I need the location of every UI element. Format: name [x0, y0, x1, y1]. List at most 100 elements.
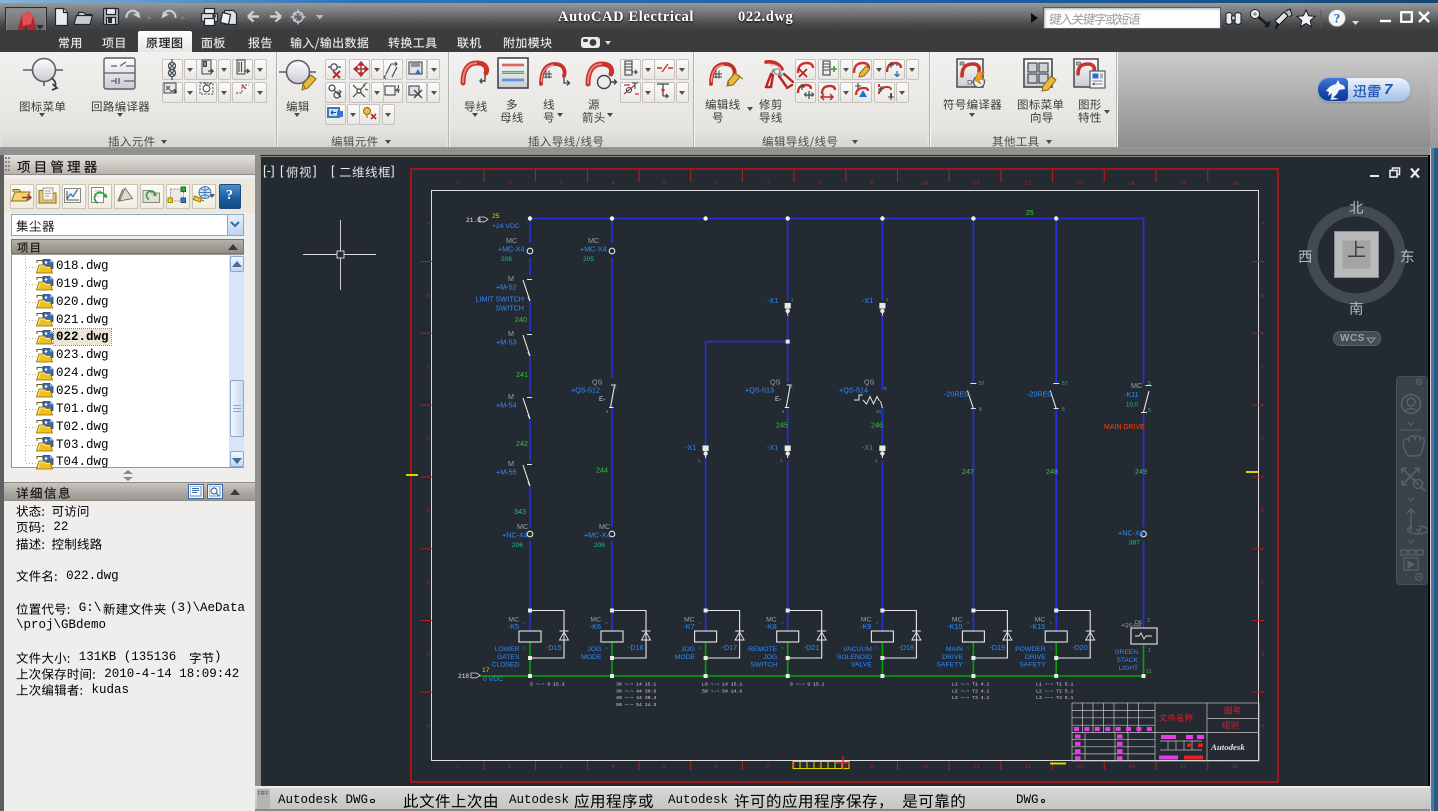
svg-text:+MC-X4: +MC-X4 [498, 245, 525, 254]
svg-text:-D17: -D17 [722, 643, 738, 652]
svg-text:DRIVE: DRIVE [1025, 654, 1046, 661]
svg-text:5 ~-~ 9 15.3: 5 ~-~ 9 15.3 [530, 682, 565, 688]
svg-text:POWDER: POWDER [1015, 646, 1046, 653]
svg-text:2: 2 [1147, 618, 1150, 624]
svg-text:25: 25 [492, 213, 500, 220]
svg-text:~: ~ [699, 646, 702, 652]
svg-text:+M-52: +M-52 [496, 283, 517, 292]
svg-text:~: ~ [523, 646, 526, 652]
svg-text:241: 241 [516, 370, 528, 379]
svg-text:30 ~-~ 14 15.1: 30 ~-~ 14 15.1 [616, 682, 656, 688]
svg-text:11: 11 [973, 180, 980, 187]
svg-text:E-: E- [599, 396, 606, 403]
svg-text:SAFETY: SAFETY [936, 662, 963, 669]
svg-text:25: 25 [1026, 210, 1034, 217]
svg-text:-X1: -X1 [767, 296, 778, 305]
svg-text:17: 17 [482, 667, 490, 674]
svg-text:242: 242 [516, 439, 528, 448]
svg-text:+M-54: +M-54 [496, 401, 517, 410]
svg-text:206: 206 [512, 542, 523, 549]
svg-text:208: 208 [501, 256, 512, 263]
svg-text:10: 10 [921, 763, 928, 770]
svg-text:-X1: -X1 [767, 443, 778, 452]
svg-text:~: ~ [605, 646, 608, 652]
svg-text:5: 5 [663, 180, 666, 187]
svg-text:30 ~-~ 44 30.6: 30 ~-~ 44 30.6 [616, 688, 656, 694]
svg-text:~: ~ [781, 646, 784, 652]
svg-text:2: 2 [508, 180, 511, 187]
svg-text:387: 387 [1129, 540, 1140, 547]
svg-text:-D18: -D18 [898, 643, 914, 652]
svg-text:10: 10 [876, 409, 882, 414]
svg-text:6: 6 [715, 180, 718, 187]
svg-text:+QS-512: +QS-512 [571, 386, 600, 395]
svg-text:F: F [1261, 579, 1264, 586]
svg-text:6: 6 [715, 763, 718, 770]
svg-text:LIMIT SWITCH: LIMIT SWITCH [475, 295, 524, 304]
svg-text:50 ~-~ 54 14.6: 50 ~-~ 54 14.6 [702, 688, 742, 694]
svg-text:3: 3 [559, 180, 562, 187]
svg-text:12: 12 [1025, 763, 1032, 770]
svg-text:11: 11 [1146, 669, 1152, 675]
svg-text:57: 57 [979, 381, 985, 387]
svg-text:VACUUM: VACUUM [843, 646, 872, 653]
svg-text:5: 5 [1148, 381, 1151, 387]
svg-text:205: 205 [583, 256, 594, 263]
svg-text:-X1: -X1 [685, 443, 696, 452]
svg-text:0 VDC: 0 VDC [483, 676, 503, 683]
svg-text:244: 244 [596, 466, 608, 475]
svg-text:MAIN: MAIN [946, 646, 963, 653]
svg-text:247: 247 [962, 467, 974, 476]
svg-text:-D21: -D21 [804, 643, 820, 652]
svg-text:~: ~ [875, 621, 878, 627]
svg-text:-K15: -K15 [1030, 622, 1045, 631]
svg-text:5: 5 [1148, 408, 1151, 414]
svg-text:+QS-514: +QS-514 [839, 386, 868, 395]
svg-text:13: 13 [1076, 763, 1083, 770]
svg-text:JOG: JOG [681, 646, 695, 653]
svg-text:~: ~ [781, 621, 784, 627]
svg-text:-20RE0: -20RE0 [944, 390, 968, 399]
svg-text:-20RE0: -20RE0 [1027, 390, 1051, 399]
svg-text:8 ~-~ 9 15.1: 8 ~-~ 9 15.1 [790, 682, 825, 688]
svg-text:14: 14 [1128, 763, 1135, 770]
svg-text:H: H [1261, 723, 1264, 730]
svg-text:-K8: -K8 [766, 622, 777, 631]
svg-text:~: ~ [699, 621, 702, 627]
svg-text:~: ~ [875, 646, 878, 652]
svg-text:LOWER: LOWER [495, 646, 520, 653]
svg-text:8: 8 [1062, 407, 1065, 413]
svg-text:L3 ~-~ T3 5.1: L3 ~-~ T3 5.1 [1036, 695, 1074, 701]
svg-text:246: 246 [871, 421, 883, 430]
svg-text:15: 15 [1180, 180, 1187, 187]
svg-text:H: H [427, 723, 430, 730]
svg-text:8: 8 [979, 407, 982, 413]
svg-text:+NC-X4: +NC-X4 [1118, 529, 1144, 538]
svg-text:-X1: -X1 [862, 296, 873, 305]
svg-text:248: 248 [1046, 467, 1058, 476]
svg-text:1: 1 [1148, 648, 1151, 654]
svg-text:+M-55: +M-55 [496, 468, 517, 477]
svg-text:L1 ~-~ T1 5.1: L1 ~-~ T1 5.1 [1036, 682, 1074, 688]
svg-text:+MC-X4: +MC-X4 [584, 531, 611, 540]
svg-text:SOLENOID: SOLENOID [837, 654, 872, 661]
svg-text:STACK: STACK [1117, 657, 1139, 664]
svg-text:249: 249 [1135, 467, 1147, 476]
svg-text:~: ~ [1049, 621, 1052, 627]
svg-text:Autodesk: Autodesk [1210, 742, 1245, 752]
svg-text:10: 10 [921, 180, 928, 187]
svg-text:VALVE: VALVE [851, 662, 872, 669]
svg-text:SWITCH: SWITCH [750, 662, 777, 669]
svg-text:50 ~-~ 54 14.3: 50 ~-~ 54 14.3 [616, 702, 656, 708]
svg-text:~: ~ [605, 621, 608, 627]
svg-text:245: 245 [776, 421, 788, 430]
svg-text:L3 ~-~ T3 4.1: L3 ~-~ T3 4.1 [952, 695, 990, 701]
svg-text:SWITCH: SWITCH [496, 304, 524, 313]
svg-text:DRIVE: DRIVE [942, 654, 963, 661]
svg-text:-K7: -K7 [683, 622, 694, 631]
svg-text:7: 7 [766, 180, 769, 187]
svg-text:-D20: -D20 [1072, 643, 1088, 652]
svg-text:40 ~-~ 44 30.3: 40 ~-~ 44 30.3 [616, 695, 656, 701]
svg-text:5: 5 [663, 763, 666, 770]
svg-text:9: 9 [870, 180, 873, 187]
